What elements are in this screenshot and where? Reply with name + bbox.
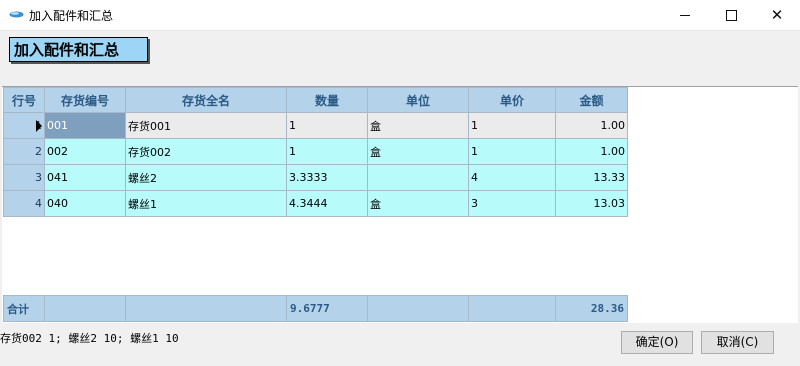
column-header-amount[interactable]: 金额 <box>555 87 628 113</box>
row-number[interactable]: 2 <box>3 138 45 165</box>
qty-cell[interactable]: 1 <box>286 112 368 139</box>
totals-empty <box>125 295 287 322</box>
cancel-button[interactable]: 取消(C) <box>701 331 774 354</box>
column-header-price[interactable]: 单价 <box>468 87 556 113</box>
maximize-button[interactable] <box>708 0 754 30</box>
totals-empty <box>468 295 556 322</box>
column-header-code[interactable]: 存货编号 <box>44 87 126 113</box>
unit-cell[interactable]: 盒 <box>367 138 469 165</box>
table-row[interactable]: 3 041 螺丝2 3.3333 4 13.33 <box>3 164 628 191</box>
qty-cell[interactable]: 1 <box>286 138 368 165</box>
unit-cell[interactable] <box>367 164 469 191</box>
close-button[interactable]: ✕ <box>754 0 800 30</box>
window-title: 加入配件和汇总 <box>29 9 114 23</box>
totals-row: 合计 9.6777 28.36 <box>3 295 628 322</box>
column-header-rowno[interactable]: 行号 <box>3 87 45 113</box>
name-cell[interactable]: 存货001 <box>125 112 287 139</box>
unit-cell[interactable]: 盒 <box>367 112 469 139</box>
price-cell[interactable]: 1 <box>468 112 556 139</box>
totals-amount: 28.36 <box>555 295 628 322</box>
qty-cell[interactable]: 4.3444 <box>286 190 368 217</box>
code-cell[interactable]: 002 <box>44 138 126 165</box>
code-cell[interactable]: 040 <box>44 190 126 217</box>
summary-text: 存货002 1; 螺丝2 10; 螺丝1 10 <box>0 332 179 345</box>
page-title: 加入配件和汇总 <box>9 37 148 62</box>
row-number[interactable]: 1 <box>3 112 45 139</box>
table-row[interactable]: 4 040 螺丝1 4.3444 盒 3 13.03 <box>3 190 628 217</box>
title-bar: 加入配件和汇总 ✕ <box>0 0 800 31</box>
ok-button[interactable]: 确定(O) <box>621 331 693 354</box>
grid-area[interactable]: 行号 存货编号 存货全名 数量 单位 单价 金额 1 001 存货001 1 盒… <box>2 86 798 323</box>
amount-cell[interactable]: 13.03 <box>555 190 628 217</box>
table-row[interactable]: 2 002 存货002 1 盒 1 1.00 <box>3 138 628 165</box>
totals-qty: 9.6777 <box>286 295 368 322</box>
qty-cell[interactable]: 3.3333 <box>286 164 368 191</box>
name-cell[interactable]: 螺丝1 <box>125 190 287 217</box>
row-number[interactable]: 4 <box>3 190 45 217</box>
code-cell[interactable]: 001 <box>44 112 126 139</box>
amount-cell[interactable]: 1.00 <box>555 112 628 139</box>
amount-cell[interactable]: 13.33 <box>555 164 628 191</box>
totals-label: 合计 <box>3 295 45 322</box>
maximize-icon <box>725 9 737 21</box>
name-cell[interactable]: 螺丝2 <box>125 164 287 191</box>
items-table: 行号 存货编号 存货全名 数量 单位 单价 金额 1 001 存货001 1 盒… <box>3 87 628 217</box>
totals-empty <box>367 295 469 322</box>
minimize-button[interactable] <box>662 0 708 30</box>
column-header-qty[interactable]: 数量 <box>286 87 368 113</box>
totals-empty <box>44 295 126 322</box>
amount-cell[interactable]: 1.00 <box>555 138 628 165</box>
column-header-name[interactable]: 存货全名 <box>125 87 287 113</box>
price-cell[interactable]: 4 <box>468 164 556 191</box>
unit-cell[interactable]: 盒 <box>367 190 469 217</box>
column-header-unit[interactable]: 单位 <box>367 87 469 113</box>
table-row[interactable]: 1 001 存货001 1 盒 1 1.00 <box>3 112 628 139</box>
price-cell[interactable]: 3 <box>468 190 556 217</box>
minimize-icon <box>680 14 690 16</box>
table-header-row: 行号 存货编号 存货全名 数量 单位 单价 金额 <box>3 87 628 113</box>
price-cell[interactable]: 1 <box>468 138 556 165</box>
row-number[interactable]: 3 <box>3 164 45 191</box>
close-icon: ✕ <box>770 6 784 24</box>
name-cell[interactable]: 存货002 <box>125 138 287 165</box>
app-icon <box>9 11 24 18</box>
code-cell[interactable]: 041 <box>44 164 126 191</box>
